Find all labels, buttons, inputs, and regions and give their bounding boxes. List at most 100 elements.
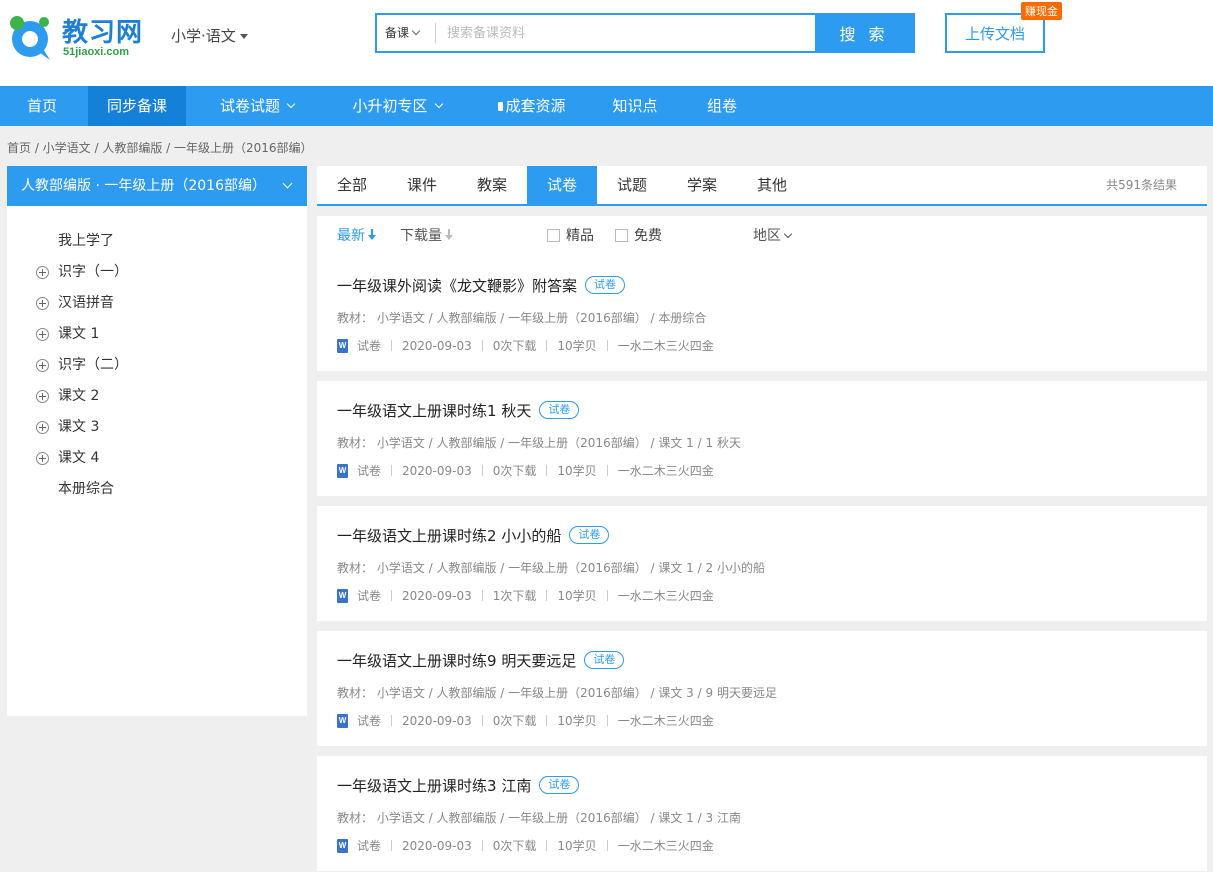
result-title-text: 一年级语文上册课时练2 小小的船: [337, 527, 562, 545]
result-author[interactable]: 一水二木三火四金: [618, 587, 714, 604]
nav-item-primary-to-middle[interactable]: 小升初专区: [334, 86, 460, 126]
chapter-sidebar: 人教部编版 · 一年级上册（2016部编） 我上学了 识字（一） 汉语拼音 课文…: [7, 166, 307, 716]
tab-other[interactable]: 其他: [737, 166, 807, 204]
chapter-tree: 我上学了 识字（一） 汉语拼音 课文 1 识字（二） 课文 2 课文 3 课文 …: [7, 206, 307, 505]
result-textbook-path: 教材： 小学语文 / 人教部编版 / 一年级上册（2016部编） / 课文 1 …: [337, 561, 765, 575]
search-type-select[interactable]: 备课: [377, 15, 435, 51]
result-textbook-path: 教材： 小学语文 / 人教部编版 / 一年级上册（2016部编） / 课文 1 …: [337, 811, 741, 825]
nav-item-build-paper[interactable]: 组卷: [690, 86, 754, 126]
expand-plus-icon[interactable]: [36, 452, 49, 465]
nav-item-label: 小升初专区: [352, 97, 428, 115]
result-author[interactable]: 一水二木三火四金: [618, 712, 714, 729]
caret-down-icon: [239, 34, 248, 39]
grade-subject-select[interactable]: 小学·语文: [171, 25, 248, 46]
nav-item-label: 同步备课: [106, 97, 167, 115]
sort-newest-label: 最新: [337, 228, 365, 244]
divider: [546, 715, 548, 726]
search-bar: 备课 搜 索: [375, 13, 915, 53]
expand-plus-icon[interactable]: [36, 390, 49, 403]
free-label: 免费: [634, 228, 662, 244]
breadcrumb[interactable]: 首页 / 小学语文 / 人教部编版 / 一年级上册（2016部编）: [7, 139, 313, 156]
result-date: 2020-09-03: [402, 338, 472, 353]
tab-questions[interactable]: 试题: [597, 166, 667, 204]
free-checkbox[interactable]: [615, 228, 628, 242]
tab-study-guides[interactable]: 学案: [667, 166, 737, 204]
filter-bar: 最新 下载量 精品 免费 地区: [317, 216, 1207, 256]
tree-item-label: 本册综合: [58, 481, 114, 497]
tab-exams[interactable]: 试卷: [527, 166, 597, 204]
tree-item[interactable]: 课文 4: [7, 443, 307, 474]
result-info: W 试卷 2020-09-03 0次下载 10学贝 一水二木三火四金: [337, 837, 714, 854]
search-input[interactable]: [437, 15, 815, 51]
site-header: 教习网 51jiaoxi.com 小学·语文 备课 搜 索 上传文档 赚现金: [0, 0, 1213, 86]
expand-plus-icon[interactable]: [36, 266, 49, 279]
expand-plus-icon[interactable]: [36, 359, 49, 372]
nav-item-resource-sets[interactable]: 成套资源: [482, 86, 582, 126]
site-logo[interactable]: 教习网 51jiaoxi.com: [6, 12, 156, 62]
tree-item[interactable]: 课文 2: [7, 381, 307, 412]
word-doc-icon: W: [337, 338, 348, 353]
expand-plus-icon[interactable]: [36, 328, 49, 341]
region-select[interactable]: 地区: [753, 216, 793, 256]
word-doc-icon: W: [337, 588, 348, 603]
tree-item[interactable]: 本册综合: [7, 474, 307, 505]
divider: [606, 590, 608, 601]
result-author[interactable]: 一水二木三火四金: [618, 337, 714, 354]
tab-lesson-plans[interactable]: 教案: [457, 166, 527, 204]
result-textbook-path: 教材： 小学语文 / 人教部编版 / 一年级上册（2016部编） / 课文 1 …: [337, 436, 741, 450]
divider: [481, 465, 483, 476]
divider: [391, 590, 393, 601]
divider: [435, 23, 436, 43]
divider: [546, 590, 548, 601]
tree-item[interactable]: 识字（一）: [7, 257, 307, 288]
result-downloads: 0次下载: [492, 839, 537, 853]
chevron-down-icon: [411, 26, 421, 36]
tree-item[interactable]: 我上学了: [7, 226, 307, 257]
expand-plus-icon[interactable]: [36, 421, 49, 434]
tree-item-label: 识字（一）: [58, 264, 128, 280]
nav-item-exams[interactable]: 试卷试题: [200, 86, 314, 126]
word-doc-icon: W: [337, 463, 348, 478]
tree-item[interactable]: 课文 3: [7, 412, 307, 443]
divider: [481, 840, 483, 851]
tree-item[interactable]: 课文 1: [7, 319, 307, 350]
chevron-down-icon: [783, 229, 793, 239]
search-button[interactable]: 搜 索: [815, 15, 913, 51]
result-title[interactable]: 一年级课外阅读《龙文鞭影》附答案 试卷: [337, 275, 626, 296]
nav-item-home[interactable]: 首页: [0, 86, 84, 126]
premium-checkbox[interactable]: [547, 228, 560, 242]
result-title[interactable]: 一年级语文上册课时练2 小小的船 试卷: [337, 525, 610, 546]
tree-item-label: 课文 1: [58, 326, 100, 342]
result-card: 一年级语文上册课时练1 秋天 试卷 教材： 小学语文 / 人教部编版 / 一年级上…: [317, 381, 1207, 496]
nav-item-knowledge[interactable]: 知识点: [600, 86, 670, 126]
result-title[interactable]: 一年级语文上册课时练9 明天要远足 试卷: [337, 650, 625, 671]
result-type: 试卷: [357, 714, 382, 728]
tree-item-label: 课文 3: [58, 419, 100, 435]
tree-item[interactable]: 汉语拼音: [7, 288, 307, 319]
result-title[interactable]: 一年级语文上册课时练3 江南 试卷: [337, 775, 580, 796]
divider: [606, 340, 608, 351]
divider: [606, 840, 608, 851]
sort-newest[interactable]: 最新: [337, 216, 376, 256]
textbook-select[interactable]: 人教部编版 · 一年级上册（2016部编）: [7, 166, 307, 206]
word-doc-icon: W: [337, 713, 348, 728]
tree-item[interactable]: 识字（二）: [7, 350, 307, 381]
nav-item-sync-lessons[interactable]: 同步备课: [88, 86, 186, 126]
arrow-down-icon: [445, 229, 453, 241]
result-author[interactable]: 一水二木三火四金: [618, 837, 714, 854]
result-price: 10学贝: [557, 464, 597, 478]
result-author[interactable]: 一水二木三火四金: [618, 462, 714, 479]
sort-downloads[interactable]: 下载量: [400, 216, 453, 256]
divider: [606, 715, 608, 726]
result-title-text: 一年级语文上册课时练3 江南: [337, 777, 532, 795]
expand-plus-icon[interactable]: [36, 297, 49, 310]
premium-filter[interactable]: 精品: [547, 216, 594, 256]
result-type: 试卷: [357, 839, 382, 853]
tree-item-label: 我上学了: [58, 233, 114, 249]
free-filter[interactable]: 免费: [615, 216, 662, 256]
result-title[interactable]: 一年级语文上册课时练1 秋天 试卷: [337, 400, 580, 421]
main-nav: 首页 同步备课 试卷试题 小升初专区 成套资源 知识点 组卷: [0, 86, 1213, 126]
divider: [481, 715, 483, 726]
tab-courseware[interactable]: 课件: [387, 166, 457, 204]
tab-all[interactable]: 全部: [317, 166, 387, 204]
